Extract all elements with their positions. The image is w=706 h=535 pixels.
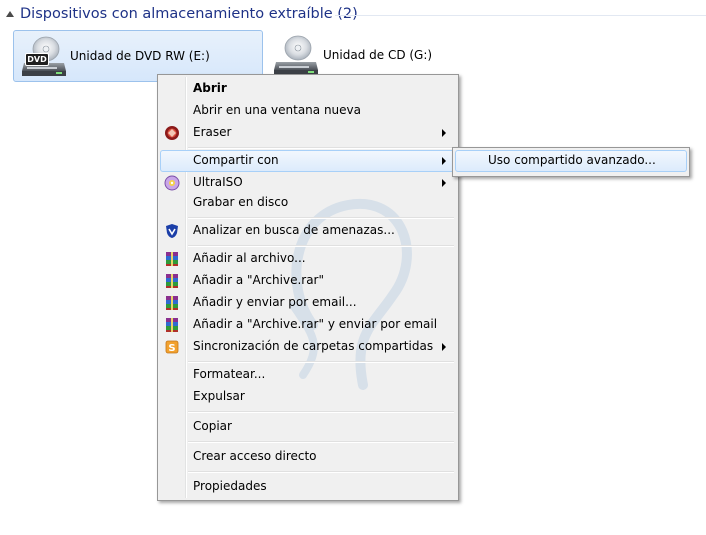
menu-separator [188,147,454,149]
winrar-icon [166,296,178,310]
ultraiso-icon [164,175,180,191]
menu-item-label: Sincronización de carpetas compartidas [193,339,434,353]
menu-item-label: Añadir a "Archive.rar" [193,273,325,287]
menu-separator [188,411,454,413]
context-menu: Abrir Abrir en una ventana nueva Eraser … [157,74,459,501]
menu-separator [188,245,454,247]
group-header[interactable]: Dispositivos con almacenamiento extraíbl… [0,0,706,30]
menu-item-copiar[interactable]: Copiar [160,416,456,438]
menu-item-label: Crear acceso directo [193,449,317,463]
group-divider [335,15,706,16]
submenu-arrow-icon [442,129,446,137]
menu-item-expulsar[interactable]: Expulsar [160,386,456,408]
menu-item-label: Abrir [193,81,227,95]
menu-item-anadir-archive-rar[interactable]: Añadir a "Archive.rar" [160,270,456,292]
menu-item-abrir[interactable]: Abrir [160,78,456,100]
group-title: Dispositivos con almacenamiento extraíbl… [20,6,358,22]
menu-item-abrir-ventana-nueva[interactable]: Abrir en una ventana nueva [160,100,456,122]
menu-item-label: Añadir y enviar por email... [193,295,357,309]
winrar-icon [166,274,178,288]
submenu-arrow-icon [442,179,446,187]
menu-item-anadir-archivo[interactable]: Añadir al archivo... [160,248,456,270]
cd-drive-icon [274,35,318,75]
menu-item-label: Analizar en busca de amenazas... [193,223,395,237]
menu-item-analizar-amenazas[interactable]: Analizar en busca de amenazas... [160,220,456,242]
drive-label: Unidad de DVD RW (E:) [70,49,210,63]
menu-item-eraser[interactable]: Eraser [160,122,456,144]
menu-separator [188,217,454,219]
share-submenu: Uso compartido avanzado... [452,147,690,177]
menu-item-anadir-enviar-email[interactable]: Añadir y enviar por email... [160,292,456,314]
menu-item-label: Compartir con [193,153,279,167]
menu-item-uso-compartido-avanzado[interactable]: Uso compartido avanzado... [455,150,687,172]
menu-item-label: Añadir al archivo... [193,251,306,265]
menu-item-label: Eraser [193,125,232,139]
menu-item-ultraiso[interactable]: UltraISO [160,172,456,194]
menu-separator [188,471,454,473]
menu-item-label: UltraISO [193,175,243,189]
menu-item-label: Formatear... [193,367,266,381]
menu-item-label: Añadir a "Archive.rar" y enviar por emai… [193,317,438,331]
menu-separator [188,361,454,363]
menu-item-compartir-con[interactable]: Compartir con [160,150,456,172]
menu-item-label: Uso compartido avanzado... [488,153,656,167]
drive-label: Unidad de CD (G:) [323,48,433,62]
eraser-icon [165,126,179,140]
menu-item-label: Abrir en una ventana nueva [193,103,361,117]
menu-item-propiedades[interactable]: Propiedades [160,476,456,498]
sync-icon: S [165,340,179,354]
menu-item-grabar-disco[interactable]: Grabar en disco [160,192,456,214]
menu-item-label: Grabar en disco [193,195,289,209]
shield-icon [166,224,178,238]
winrar-icon [166,318,178,332]
menu-item-label: Propiedades [193,479,267,493]
winrar-icon [166,252,178,266]
menu-item-label: Expulsar [193,389,245,403]
svg-text:S: S [168,343,175,354]
menu-item-label: Copiar [193,419,232,433]
menu-item-sincronizacion[interactable]: S Sincronización de carpetas compartidas [160,336,456,358]
dvd-badge: DVD [25,53,49,66]
collapse-arrow-icon[interactable] [6,11,14,17]
menu-item-formatear[interactable]: Formatear... [160,364,456,386]
drive-cd[interactable]: Unidad de CD (G:) [266,30,466,80]
submenu-arrow-icon [442,157,446,165]
submenu-arrow-icon [442,343,446,351]
menu-item-crear-acceso-directo[interactable]: Crear acceso directo [160,446,456,468]
menu-separator [188,441,454,443]
menu-item-anadir-archive-rar-email[interactable]: Añadir a "Archive.rar" y enviar por emai… [160,314,456,336]
